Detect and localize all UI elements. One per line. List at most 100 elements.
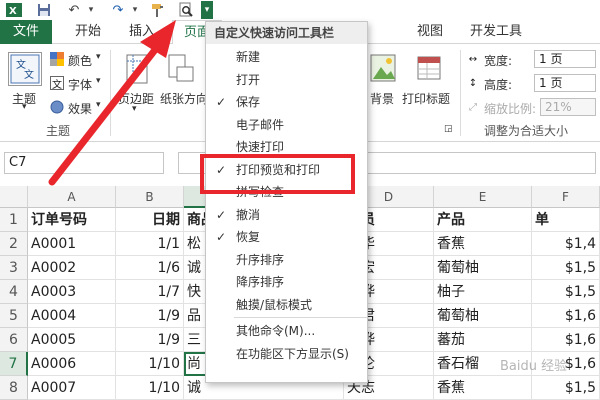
checkmark-icon: ✓ [216, 230, 227, 244]
cell-a6[interactable]: A0005 [28, 328, 116, 352]
format-painter-icon[interactable] [148, 0, 168, 20]
cell-e2[interactable]: 香蕉 [434, 232, 532, 256]
undo-dropdown-icon[interactable]: ▾ [86, 0, 96, 20]
effects-dropdown-icon[interactable]: ▾ [96, 100, 101, 110]
row-header-7[interactable]: 7 [0, 352, 28, 376]
cell-f2[interactable]: $1,4 [532, 232, 600, 256]
effects-icon [50, 100, 64, 114]
cell-e4[interactable]: 柚子 [434, 280, 532, 304]
cell-b3[interactable]: 1/6 [116, 256, 184, 280]
cell-b7[interactable]: 1/10 [116, 352, 184, 376]
tab-home[interactable]: 开始 [64, 20, 112, 44]
undo-icon[interactable]: ↶ [64, 0, 84, 20]
cell-a4[interactable]: A0003 [28, 280, 116, 304]
row-header-1[interactable]: 1 [0, 208, 28, 232]
dialog-launcher-icon[interactable]: ◲ [444, 124, 453, 134]
cell-e8[interactable]: 香蕉 [434, 376, 532, 400]
checkmark-icon: ✓ [216, 95, 227, 109]
cell-f8[interactable]: $1,5 [532, 376, 600, 400]
menu-item[interactable]: 其他命令(M)... [206, 320, 367, 342]
cell-b5[interactable]: 1/9 [116, 304, 184, 328]
menu-item[interactable]: 电子邮件 [206, 114, 367, 136]
height-select[interactable]: 1 页 [534, 74, 596, 92]
menu-item[interactable]: ✓ 撤消 [206, 204, 367, 226]
redo-icon[interactable]: ↷ [108, 0, 128, 20]
column-header-f[interactable]: F [532, 186, 600, 208]
select-all-corner[interactable] [0, 186, 28, 208]
width-select[interactable]: 1 页 [534, 50, 596, 68]
name-box[interactable]: C7 [4, 152, 164, 174]
cell-a8[interactable]: A0007 [28, 376, 116, 400]
checkmark-icon: ✓ [216, 207, 227, 222]
tab-insert[interactable]: 插入 [120, 20, 164, 44]
row-header-5[interactable]: 5 [0, 304, 28, 328]
cell-b2[interactable]: 1/1 [116, 232, 184, 256]
cell-f4[interactable]: $1,5 [532, 280, 600, 304]
tab-view[interactable]: 视图 [408, 20, 452, 44]
menu-item[interactable]: ✓ 恢复 [206, 226, 367, 248]
cell-b4[interactable]: 1/7 [116, 280, 184, 304]
themes-icon[interactable]: 文文 [8, 52, 42, 86]
cell-f5[interactable]: $1,6 [532, 304, 600, 328]
orientation-button-label[interactable]: 纸张方向 [160, 90, 208, 107]
customize-qat-chevron-down-icon[interactable]: ▾ [201, 1, 213, 19]
cell-e5[interactable]: 葡萄柚 [434, 304, 532, 328]
scale-input[interactable]: 21% [540, 98, 596, 116]
column-header-e[interactable]: E [434, 186, 532, 208]
row-header-2[interactable]: 2 [0, 232, 28, 256]
cell-a3[interactable]: A0002 [28, 256, 116, 280]
tab-developer[interactable]: 开发工具 [462, 20, 530, 44]
menu-item[interactable]: 降序排序 [206, 271, 367, 293]
effects-button[interactable]: 效果 [68, 100, 92, 117]
highlight-box [200, 154, 355, 194]
menu-item[interactable]: 新建 [206, 46, 367, 68]
menu-item[interactable]: ✓ 保存 [206, 91, 367, 113]
row-header-6[interactable]: 6 [0, 328, 28, 352]
menu-item[interactable]: 在功能区下方显示(S) [206, 343, 367, 365]
row-header-8[interactable]: 8 [0, 376, 28, 400]
cell-a1[interactable]: 订单号码 [28, 208, 116, 232]
cell-f6[interactable]: $1,6 [532, 328, 600, 352]
row-header-3[interactable]: 3 [0, 256, 28, 280]
tab-file[interactable]: 文件 [0, 20, 52, 44]
themes-dropdown-icon[interactable]: ▾ [22, 102, 27, 112]
cell-a7[interactable]: A0006 [28, 352, 116, 376]
cell-b6[interactable]: 1/9 [116, 328, 184, 352]
colors-button[interactable]: 颜色 [68, 52, 92, 69]
colors-icon [50, 52, 64, 66]
margins-icon[interactable] [124, 52, 150, 86]
colors-dropdown-icon[interactable]: ▾ [96, 52, 101, 62]
cell-b1[interactable]: 日期 [116, 208, 184, 232]
menu-item[interactable]: 升序排序 [206, 249, 367, 271]
cell-a2[interactable]: A0001 [28, 232, 116, 256]
orientation-icon[interactable] [166, 52, 196, 86]
menu-item[interactable]: 打开 [206, 69, 367, 91]
quick-access-toolbar: X ↶ ▾ ↷ ▾ ▾ [0, 0, 600, 20]
scale-label: 缩放比例: [484, 102, 537, 116]
row-header-4[interactable]: 4 [0, 280, 28, 304]
cell-b8[interactable]: 1/10 [116, 376, 184, 400]
menu-item-label: 升序排序 [236, 252, 285, 267]
cell-e1[interactable]: 产品 [434, 208, 532, 232]
save-icon[interactable] [34, 0, 54, 20]
cell-e6[interactable]: 蕃茄 [434, 328, 532, 352]
column-header-a[interactable]: A [28, 186, 116, 208]
background-button-label[interactable]: 背景 [370, 90, 394, 107]
fonts-dropdown-icon[interactable]: ▾ [96, 76, 101, 86]
menu-item-label: 打开 [236, 72, 261, 87]
print-titles-icon[interactable] [414, 52, 444, 86]
column-header-b[interactable]: B [116, 186, 184, 208]
cell-f3[interactable]: $1,5 [532, 256, 600, 280]
cell-f1[interactable]: 单 [532, 208, 600, 232]
menu-item[interactable]: 触摸/鼠标模式 [206, 294, 367, 316]
redo-dropdown-icon[interactable]: ▾ [130, 0, 140, 20]
fonts-icon: 文 [50, 76, 64, 91]
print-titles-button-label[interactable]: 打印标题 [402, 90, 450, 107]
fonts-button[interactable]: 字体 [68, 76, 92, 93]
background-icon[interactable] [368, 52, 398, 86]
menu-item-label: 恢复 [236, 230, 261, 244]
margins-dropdown-icon[interactable]: ▾ [132, 104, 137, 114]
cell-e3[interactable]: 葡萄柚 [434, 256, 532, 280]
cell-a5[interactable]: A0004 [28, 304, 116, 328]
print-preview-icon[interactable] [176, 0, 196, 20]
